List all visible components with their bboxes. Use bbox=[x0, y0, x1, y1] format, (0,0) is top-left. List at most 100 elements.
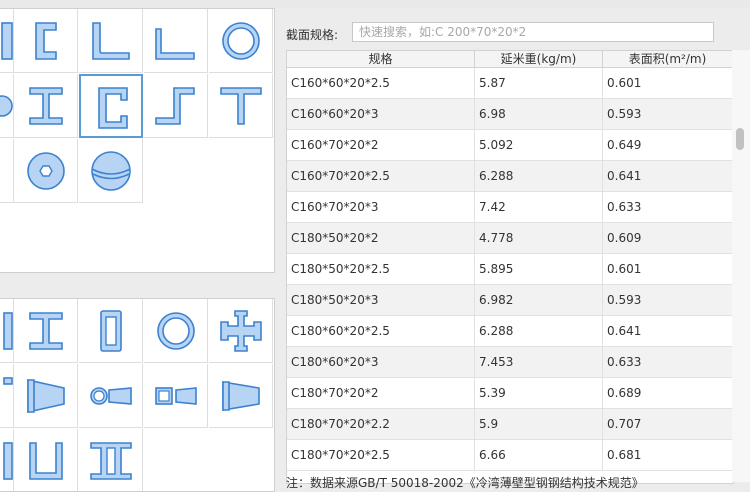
table-row[interactable]: C180*70*20*2 5.39 0.689 bbox=[287, 378, 733, 409]
cell-weight: 6.288 bbox=[475, 161, 603, 191]
hex-bolt-icon bbox=[27, 152, 65, 190]
table-row[interactable]: C160*70*20*3 7.42 0.633 bbox=[287, 192, 733, 223]
cell-spec: C160*60*20*2.5 bbox=[287, 68, 475, 98]
ring-cell[interactable] bbox=[144, 299, 208, 363]
table-row[interactable]: C180*50*20*2 4.778 0.609 bbox=[287, 223, 733, 254]
partial-shape-cell[interactable] bbox=[0, 429, 14, 491]
cell-area: 0.601 bbox=[603, 68, 733, 98]
cell-weight: 5.39 bbox=[475, 378, 603, 408]
hex-bolt-cell[interactable] bbox=[14, 139, 78, 203]
angle-cell[interactable] bbox=[79, 9, 143, 73]
scrollbar-thumb[interactable] bbox=[736, 128, 744, 150]
cell-weight: 6.982 bbox=[475, 285, 603, 315]
table-row[interactable]: C160*70*20*2.5 6.288 0.641 bbox=[287, 161, 733, 192]
ring-cell[interactable] bbox=[209, 9, 273, 73]
u-channel-icon bbox=[29, 442, 63, 480]
cell-area: 0.641 bbox=[603, 316, 733, 346]
sphere-cell[interactable] bbox=[79, 139, 143, 203]
search-label: 截面规格: bbox=[286, 28, 339, 42]
tapered-tube-cell[interactable] bbox=[79, 364, 143, 428]
data-source-note: 注：数据来源GB/T 50018-2002《冷湾薄壁型钢钢结构技术规范》 bbox=[286, 476, 644, 490]
table-row[interactable]: C180*50*20*3 6.982 0.593 bbox=[287, 285, 733, 316]
partial-circle-icon bbox=[0, 95, 13, 117]
i-beam-cell[interactable] bbox=[14, 299, 78, 363]
partial-icon bbox=[3, 442, 13, 480]
cell-weight: 6.66 bbox=[475, 440, 603, 470]
cell-spec: C160*70*20*2 bbox=[287, 130, 475, 160]
cell-weight: 7.42 bbox=[475, 192, 603, 222]
rectangular-tube-cell[interactable] bbox=[79, 299, 143, 363]
partial-icon bbox=[3, 377, 13, 385]
i-beam-cell[interactable] bbox=[14, 74, 78, 138]
cell-area: 0.641 bbox=[603, 161, 733, 191]
cell-area: 0.609 bbox=[603, 223, 733, 253]
ring-icon bbox=[157, 312, 195, 350]
shape-palette-bottom bbox=[0, 298, 275, 492]
ring-icon bbox=[222, 22, 260, 60]
cell-area: 0.707 bbox=[603, 409, 733, 439]
cross-section-icon bbox=[220, 310, 262, 352]
cell-weight: 5.87 bbox=[475, 68, 603, 98]
partial-icon bbox=[3, 312, 13, 350]
c-lipped-icon bbox=[98, 87, 128, 129]
cell-area: 0.601 bbox=[603, 254, 733, 284]
tapered-box-icon bbox=[155, 387, 197, 405]
tapered-channel-icon bbox=[222, 381, 260, 411]
cell-area: 0.633 bbox=[603, 192, 733, 222]
double-channel-cell[interactable] bbox=[79, 429, 143, 491]
table-row[interactable]: C160*60*20*2.5 5.87 0.601 bbox=[287, 68, 733, 99]
spec-panel: 截面规格: 规格 延米重(kg/m) 表面积(m²/m) C160*60*20*… bbox=[282, 16, 750, 490]
cell-spec: C160*70*20*2.5 bbox=[287, 161, 475, 191]
cell-spec: C160*60*20*3 bbox=[287, 99, 475, 129]
table-row[interactable]: C160*70*20*2 5.092 0.649 bbox=[287, 130, 733, 161]
double-channel-icon bbox=[90, 442, 132, 480]
search-input[interactable] bbox=[352, 22, 714, 42]
cell-weight: 4.778 bbox=[475, 223, 603, 253]
partial-circle-cell[interactable] bbox=[0, 74, 14, 138]
cell-area: 0.681 bbox=[603, 440, 733, 470]
i-beam-icon bbox=[29, 87, 63, 125]
c-channel-cell[interactable] bbox=[14, 9, 78, 73]
angle-icon bbox=[92, 22, 130, 60]
t-section-cell[interactable] bbox=[209, 74, 273, 138]
search-row: 截面规格: bbox=[282, 16, 750, 50]
spec-table: 规格 延米重(kg/m) 表面积(m²/m) C160*60*20*2.5 5.… bbox=[286, 50, 734, 484]
c-lipped-cell[interactable] bbox=[79, 74, 143, 138]
z-section-cell[interactable] bbox=[144, 74, 208, 138]
column-header-spec[interactable]: 规格 bbox=[287, 51, 475, 67]
cross-section-cell[interactable] bbox=[209, 299, 273, 363]
table-row[interactable]: C180*60*20*3 7.453 0.633 bbox=[287, 347, 733, 378]
partial-shape-cell[interactable] bbox=[0, 364, 14, 428]
top-band bbox=[0, 0, 750, 8]
t-section-icon bbox=[220, 87, 262, 125]
unequal-angle-cell[interactable] bbox=[144, 9, 208, 73]
table-row[interactable]: C180*70*20*2.2 5.9 0.707 bbox=[287, 409, 733, 440]
table-row[interactable]: C180*70*20*2.5 6.66 0.681 bbox=[287, 440, 733, 471]
partial-shape-cell[interactable] bbox=[0, 9, 14, 73]
cell-weight: 6.288 bbox=[475, 316, 603, 346]
cell-spec: C180*70*20*2 bbox=[287, 378, 475, 408]
table-row[interactable]: C160*60*20*3 6.98 0.593 bbox=[287, 99, 733, 130]
table-row[interactable]: C180*60*20*2.5 6.288 0.641 bbox=[287, 316, 733, 347]
cell-area: 0.593 bbox=[603, 99, 733, 129]
partial-shape-cell[interactable] bbox=[0, 139, 14, 203]
cell-spec: C180*50*20*2.5 bbox=[287, 254, 475, 284]
cell-weight: 7.453 bbox=[475, 347, 603, 377]
i-beam-icon bbox=[29, 312, 63, 350]
u-channel-cell[interactable] bbox=[14, 429, 78, 491]
cell-spec: C180*60*20*2.5 bbox=[287, 316, 475, 346]
cell-spec: C180*70*20*2.2 bbox=[287, 409, 475, 439]
tapered-i-cell[interactable] bbox=[14, 364, 78, 428]
partial-shape-cell[interactable] bbox=[0, 299, 14, 363]
tapered-box-cell[interactable] bbox=[144, 364, 208, 428]
cell-spec: C180*50*20*2 bbox=[287, 223, 475, 253]
z-section-icon bbox=[155, 87, 195, 125]
table-scrollbar[interactable] bbox=[732, 50, 750, 482]
table-row[interactable]: C180*50*20*2.5 5.895 0.601 bbox=[287, 254, 733, 285]
cell-spec: C180*60*20*3 bbox=[287, 347, 475, 377]
table-header: 规格 延米重(kg/m) 表面积(m²/m) bbox=[287, 51, 733, 68]
tapered-channel-cell[interactable] bbox=[209, 364, 273, 428]
column-header-weight[interactable]: 延米重(kg/m) bbox=[475, 51, 603, 67]
sphere-icon bbox=[91, 151, 131, 191]
column-header-area[interactable]: 表面积(m²/m) bbox=[603, 51, 733, 67]
